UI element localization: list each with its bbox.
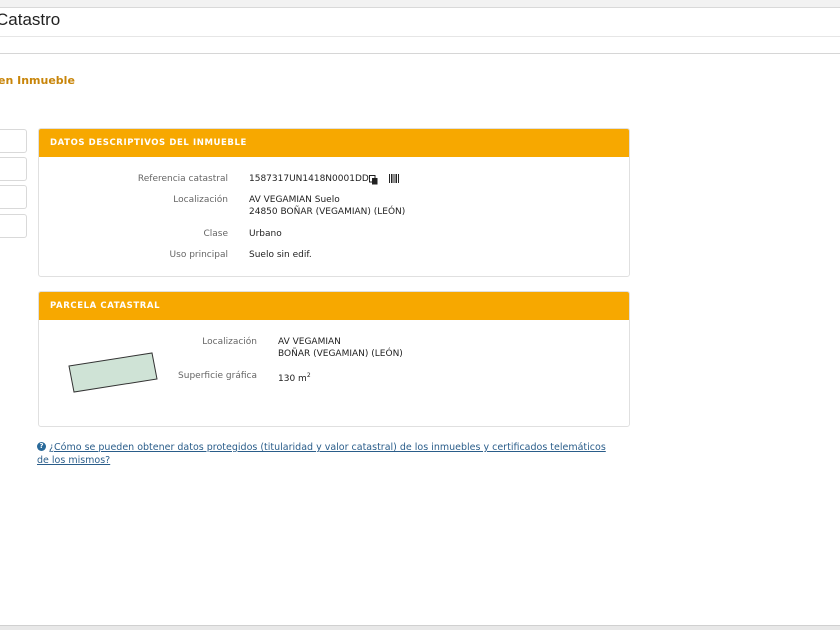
superficie-label: Superficie gráfica xyxy=(178,371,257,381)
clase-value: Urbano xyxy=(249,229,282,239)
side-tab-2[interactable] xyxy=(0,157,27,181)
parcela-localizacion-label: Localización xyxy=(202,337,257,347)
parcela-localizacion-line2: BOÑAR (VEGAMIAN) (LEÓN) xyxy=(278,349,403,359)
side-tab-4[interactable] xyxy=(0,214,27,238)
browser-bottom-strip xyxy=(0,625,840,630)
clase-label: Clase xyxy=(203,229,228,239)
uso-value: Suelo sin edif. xyxy=(249,250,312,260)
site-title[interactable]: Catastro xyxy=(0,10,60,30)
superficie-number: 130 m xyxy=(278,374,307,384)
parcela-localizacion-line1: AV VEGAMIAN xyxy=(278,337,341,347)
side-tab-1[interactable] xyxy=(0,129,27,153)
parcela-header: PARCELA CATASTRAL xyxy=(39,292,629,320)
descriptive-data-header: DATOS DESCRIPTIVOS DEL INMUEBLE xyxy=(39,129,629,157)
referencia-value: 1587317UN1418N0001DD xyxy=(249,174,369,184)
header-divider xyxy=(0,36,840,37)
referencia-label: Referencia catastral xyxy=(137,174,228,184)
uso-label: Uso principal xyxy=(169,250,228,260)
barcode-icon[interactable] xyxy=(389,174,399,184)
copy-icon[interactable] xyxy=(369,175,378,185)
help-icon: ? xyxy=(37,442,46,451)
superficie-unit-sup: 2 xyxy=(306,372,311,379)
superficie-value: 130 m2 xyxy=(278,370,311,385)
localizacion-line2: 24850 BOÑAR (VEGAMIAN) (LEÓN) xyxy=(249,207,406,217)
browser-top-strip xyxy=(0,0,840,8)
localizacion-line1: AV VEGAMIAN Suelo xyxy=(249,195,340,205)
localizacion-label: Localización xyxy=(173,195,228,205)
header-divider-bottom xyxy=(0,53,840,54)
parcel-map-thumbnail[interactable] xyxy=(66,350,162,396)
side-tab-3[interactable] xyxy=(0,185,27,209)
page-subtitle: en Inmueble xyxy=(0,74,75,87)
help-link[interactable]: ¿Cómo se pueden obtener datos protegidos… xyxy=(37,441,617,467)
